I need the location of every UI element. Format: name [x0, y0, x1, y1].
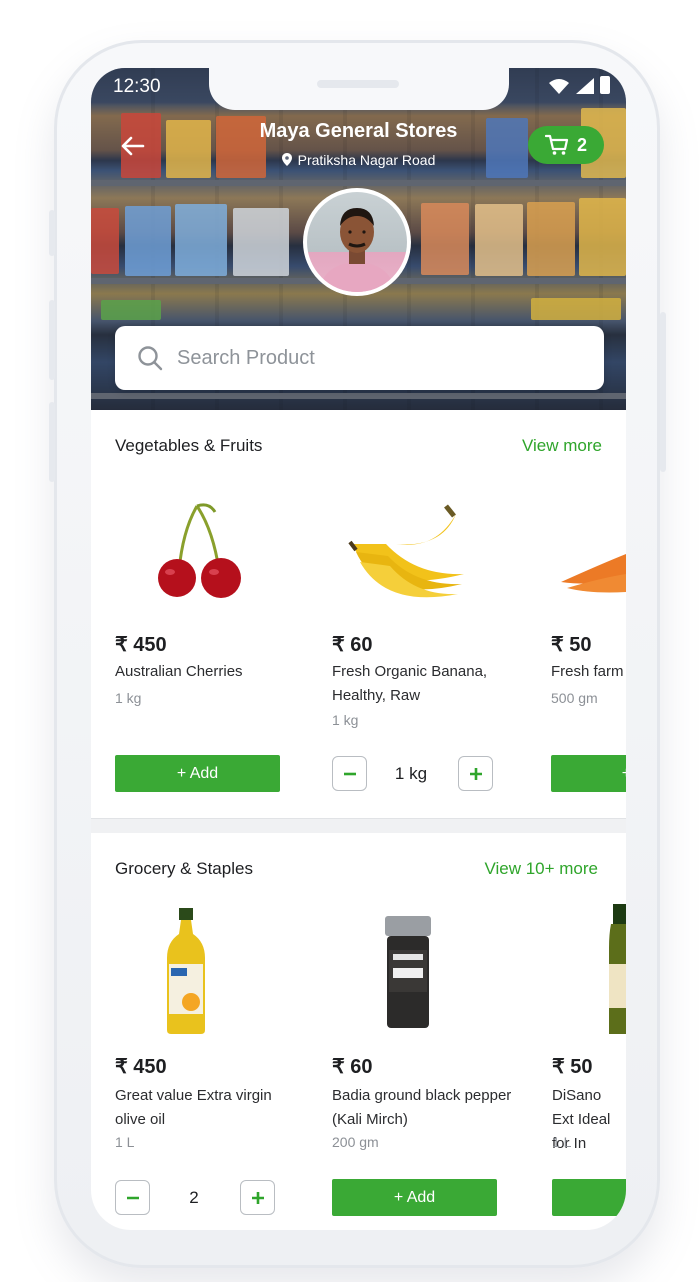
- view-more-link[interactable]: View 10+ more: [484, 859, 598, 879]
- increment-button[interactable]: [240, 1180, 275, 1215]
- add-button[interactable]: + Add: [332, 1179, 497, 1216]
- pepper-image: [385, 916, 431, 1028]
- plus-icon: [251, 1191, 264, 1204]
- view-more-link[interactable]: View more: [522, 436, 602, 456]
- product-price: ₹ 60: [332, 634, 373, 656]
- add-button[interactable]: +: [552, 1179, 626, 1216]
- increment-button[interactable]: [458, 756, 493, 791]
- plus-icon: [469, 767, 482, 780]
- owner-portrait: [321, 208, 393, 292]
- store-owner-avatar: [303, 188, 411, 296]
- product-quantity: 1 L: [552, 1134, 572, 1150]
- app-screen: 12:30 Maya General Stores Pratiksha Naga…: [91, 68, 626, 1230]
- minus-icon: [343, 772, 356, 775]
- speaker-grille: [317, 80, 399, 88]
- product-quantity: 500 gm: [551, 690, 598, 706]
- product-name: Fresh farm: [551, 663, 624, 680]
- add-button[interactable]: + Add: [115, 755, 280, 792]
- store-location-text: Pratiksha Nagar Road: [297, 152, 436, 168]
- product-quantity: 1 L: [115, 1134, 135, 1150]
- battery-icon: [600, 76, 610, 94]
- cart-count: 2: [576, 134, 587, 155]
- product-price: ₹ 450: [115, 1056, 167, 1078]
- cherries-image: [158, 503, 241, 598]
- quantity-value: 2: [189, 1188, 199, 1207]
- product-image-pepper[interactable]: [383, 916, 433, 1035]
- product-name: Fresh Organic Banana, Healthy, Raw: [332, 663, 488, 704]
- carrot-image: [561, 554, 626, 593]
- product-price: ₹ 450: [115, 634, 167, 656]
- status-time: 12:30: [113, 76, 161, 97]
- product-image-disano-oil[interactable]: [607, 904, 626, 1041]
- product-image-cherries[interactable]: [149, 500, 249, 605]
- search-icon: [138, 346, 163, 371]
- minus-icon: [126, 1196, 139, 1199]
- product-quantity: 1 kg: [115, 690, 142, 706]
- location-pin-icon: [281, 153, 292, 166]
- product-name: Great value Extra virgin olive oil: [115, 1087, 272, 1128]
- product-image-carrot[interactable]: [561, 534, 626, 599]
- banana-image: [348, 504, 464, 598]
- decrement-button[interactable]: [115, 1180, 150, 1215]
- disano-oil-image: [609, 904, 626, 1034]
- product-price: ₹ 60: [332, 1056, 373, 1078]
- cart-button[interactable]: 2: [528, 126, 604, 164]
- add-button[interactable]: + A: [551, 755, 626, 792]
- signal-icon: [576, 78, 594, 94]
- product-quantity: 200 gm: [332, 1134, 379, 1150]
- section-divider: [91, 818, 626, 833]
- section-title: Grocery & Staples: [115, 859, 253, 878]
- product-price: ₹ 50: [552, 1056, 593, 1078]
- phone-side-button: [49, 300, 55, 380]
- quantity-value: 1 kg: [394, 764, 428, 783]
- product-name: Australian Cherries: [115, 663, 243, 680]
- decrement-button[interactable]: [332, 756, 367, 791]
- product-image-banana[interactable]: [346, 504, 471, 605]
- status-icons: [548, 76, 610, 94]
- olive-oil-image: [167, 908, 205, 1034]
- wifi-icon: [549, 79, 569, 94]
- phone-side-button: [49, 210, 55, 256]
- product-quantity: 1 kg: [332, 712, 359, 728]
- device-notch: [209, 68, 509, 110]
- product-image-olive-oil[interactable]: [161, 906, 211, 1041]
- search-input[interactable]: Search Product: [115, 326, 604, 390]
- section-title: Vegetables & Fruits: [115, 436, 263, 455]
- phone-side-button: [660, 312, 666, 472]
- cart-icon: [544, 134, 569, 155]
- phone-side-button: [49, 402, 55, 482]
- product-price: ₹ 50: [551, 634, 592, 656]
- product-name: Badia ground black pepper (Kali Mirch): [332, 1087, 512, 1128]
- search-placeholder: Search Product: [177, 346, 315, 369]
